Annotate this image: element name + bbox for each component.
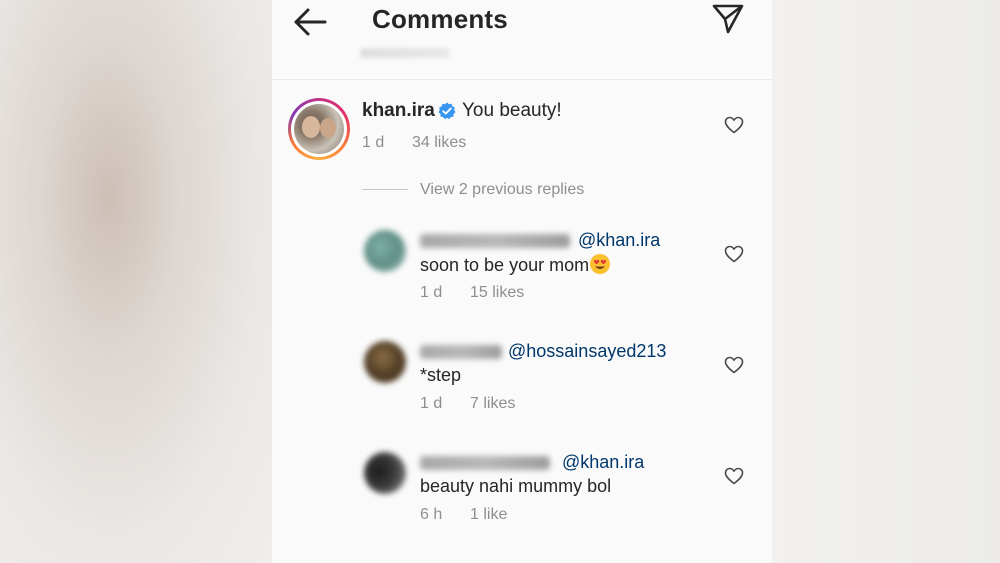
avatar-story-ring[interactable] xyxy=(288,98,350,160)
reply-item: @hossainsayed213 *step 1 d 7 likes xyxy=(272,341,772,431)
reply-item: @khan.ira beauty nahi mummy bol 6 h 1 li… xyxy=(272,452,772,542)
reply-item: @khan.ira soon to be your mom 1 d 15 lik… xyxy=(272,230,772,320)
reply-text: beauty nahi mummy bol xyxy=(420,476,612,496)
replies-divider-line xyxy=(362,189,408,190)
background-blur-left xyxy=(0,0,272,563)
send-direct-icon xyxy=(712,4,744,34)
reply-time: 1 d xyxy=(420,395,443,412)
comment-text: You beauty! xyxy=(462,100,562,121)
heart-outline-icon[interactable] xyxy=(724,245,744,263)
send-button[interactable] xyxy=(710,2,746,36)
avatar[interactable] xyxy=(364,230,406,272)
page-title: Comments xyxy=(372,4,508,34)
view-previous-replies-button[interactable]: View 2 previous replies xyxy=(362,180,662,202)
reply-mention[interactable]: @khan.ira xyxy=(578,230,660,251)
view-previous-replies-label: View 2 previous replies xyxy=(420,181,585,198)
reply-mention[interactable]: @hossainsayed213 xyxy=(508,341,666,362)
scrolled-caption-fragment xyxy=(360,48,450,58)
comments-screen: Comments khan.ira You beauty! 1 d 34 lik… xyxy=(272,0,772,563)
comment-likes[interactable]: 34 likes xyxy=(412,134,466,152)
comment-username[interactable]: khan.ira xyxy=(362,100,435,122)
heart-eyes-emoji-icon xyxy=(589,254,611,274)
avatar[interactable] xyxy=(364,452,406,494)
heart-outline-icon[interactable] xyxy=(724,467,744,485)
comment-item: khan.ira You beauty! 1 d 34 likes xyxy=(272,96,772,166)
back-button[interactable] xyxy=(292,6,328,38)
blurred-username[interactable] xyxy=(420,456,550,470)
reply-mention[interactable]: @khan.ira xyxy=(562,452,644,473)
reply-time: 6 h xyxy=(420,506,443,523)
comment-time: 1 d xyxy=(362,134,385,151)
reply-likes[interactable]: 1 like xyxy=(470,506,507,524)
heart-outline-icon[interactable] xyxy=(724,356,744,374)
reply-text: soon to be your mom xyxy=(420,254,611,276)
reply-likes[interactable]: 7 likes xyxy=(470,395,515,413)
avatar xyxy=(294,104,344,154)
reply-time: 1 d xyxy=(420,284,443,301)
reply-likes[interactable]: 15 likes xyxy=(470,284,524,302)
heart-outline-icon[interactable] xyxy=(724,116,744,134)
arrow-left-icon xyxy=(294,8,327,36)
background-blur-right xyxy=(772,0,1000,563)
avatar[interactable] xyxy=(364,341,406,383)
blurred-username[interactable] xyxy=(420,234,570,248)
header-bar: Comments xyxy=(272,0,772,80)
blurred-username[interactable] xyxy=(420,345,502,359)
verified-badge-icon xyxy=(438,102,456,120)
reply-text: *step xyxy=(420,365,462,385)
